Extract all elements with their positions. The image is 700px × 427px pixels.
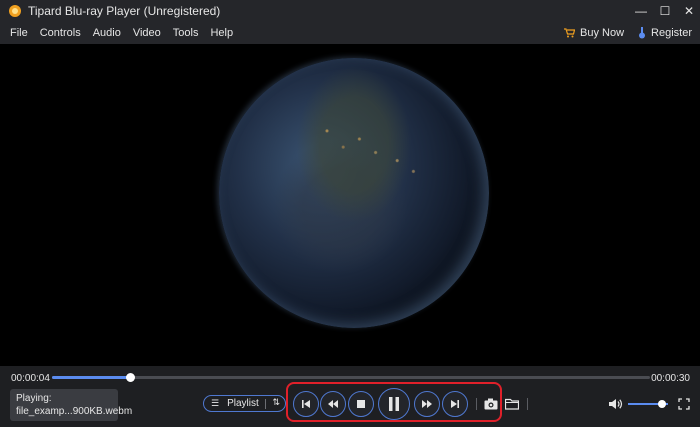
cart-icon: [564, 28, 575, 38]
rewind-button[interactable]: [320, 391, 346, 417]
app-logo-icon: [9, 5, 21, 17]
progress-slider[interactable]: [52, 373, 650, 382]
pause-button[interactable]: [378, 388, 410, 420]
snapshot-button[interactable]: [483, 396, 499, 412]
next-track-button[interactable]: [442, 391, 468, 417]
fast-forward-button[interactable]: [414, 391, 440, 417]
playlist-divider: [265, 399, 266, 409]
maximize-button[interactable]: ☐: [654, 0, 676, 22]
menu-video[interactable]: Video: [133, 27, 161, 39]
fast-forward-icon: [422, 400, 432, 408]
window-title: Tipard Blu-ray Player (Unregistered): [28, 4, 221, 18]
menu-bar: File Controls Audio Video Tools Help Buy…: [0, 22, 700, 44]
playlist-button[interactable]: ☰ Playlist ⇅: [203, 395, 286, 412]
menu-tools[interactable]: Tools: [173, 27, 199, 39]
menu-right-actions: Buy Now Register: [550, 22, 692, 44]
now-playing-box: Playing: file_examp...900KB.webm: [10, 389, 133, 421]
volume-thumb[interactable]: [658, 400, 666, 408]
menu-help[interactable]: Help: [210, 27, 233, 39]
volume-icon: [608, 399, 622, 409]
camera-icon: [484, 398, 498, 410]
buy-now-label: Buy Now: [580, 27, 625, 39]
register-label: Register: [651, 27, 692, 39]
stop-icon: [357, 400, 365, 408]
volume-slider[interactable]: [628, 400, 668, 408]
now-playing-label: Playing:: [16, 393, 52, 404]
key-icon: [639, 27, 646, 39]
title-bar: Tipard Blu-ray Player (Unregistered) — ☐…: [0, 0, 700, 22]
toolbar-separator: [527, 398, 528, 410]
fullscreen-icon: [678, 398, 690, 410]
menu-audio[interactable]: Audio: [93, 27, 121, 39]
sort-icon[interactable]: ⇅: [272, 397, 280, 408]
close-button[interactable]: ✕: [678, 0, 700, 22]
menu-file[interactable]: File: [10, 27, 28, 39]
progress-thumb[interactable]: [125, 373, 135, 382]
volume-button[interactable]: [607, 396, 623, 412]
fullscreen-button[interactable]: [676, 396, 692, 412]
minimize-button[interactable]: —: [630, 0, 652, 22]
progress-fill: [52, 376, 130, 379]
next-track-icon: [451, 400, 459, 408]
register-button[interactable]: Register: [638, 27, 692, 39]
window-controls: — ☐ ✕: [628, 0, 700, 22]
playlist-label: Playlist: [227, 398, 259, 409]
stop-button[interactable]: [348, 391, 374, 417]
toolbar-separator: [476, 398, 477, 410]
previous-track-icon: [302, 400, 310, 408]
list-icon: ☰: [211, 398, 220, 408]
now-playing-file: file_examp...900KB.webm: [16, 406, 133, 417]
open-folder-button[interactable]: [504, 396, 520, 412]
current-time: 00:00:04: [11, 373, 50, 384]
pause-icon: [389, 397, 399, 411]
video-display[interactable]: [0, 44, 700, 366]
rewind-icon: [328, 400, 338, 408]
previous-track-button[interactable]: [293, 391, 319, 417]
buy-now-button[interactable]: Buy Now: [564, 27, 624, 39]
total-time: 00:00:30: [651, 373, 690, 384]
folder-icon: [505, 398, 519, 410]
video-frame-earth: [219, 58, 489, 328]
menu-controls[interactable]: Controls: [40, 27, 81, 39]
